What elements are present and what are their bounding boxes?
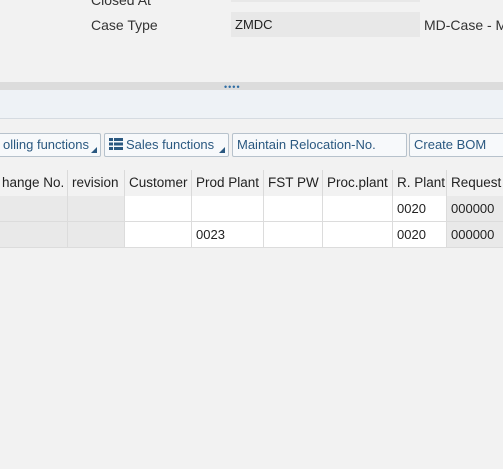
cell-prod-plant[interactable]	[192, 196, 264, 222]
column-header-customer[interactable]: Customer	[125, 170, 192, 196]
column-header-prod-plant[interactable]: Prod Plant	[192, 170, 264, 196]
cell-fst-pw[interactable]	[264, 222, 323, 248]
table-row: 0020 000000	[0, 196, 503, 222]
list-icon	[109, 138, 123, 150]
cell-customer[interactable]	[125, 222, 192, 248]
sales-functions-button[interactable]: Sales functions	[104, 133, 229, 157]
case-type-field[interactable]: ZMDC	[231, 12, 420, 37]
section-strip	[0, 90, 503, 119]
cell-r-plant[interactable]: 0020	[393, 222, 447, 248]
create-bom-button[interactable]: Create BOM	[409, 133, 503, 157]
table-header-row: hange No. revision Customer Prod Plant F…	[0, 170, 503, 196]
case-type-description: MD-Case - M	[424, 17, 503, 33]
controlling-functions-button[interactable]: olling functions	[0, 133, 101, 157]
cell-prod-plant[interactable]: 0023	[192, 222, 264, 248]
cell-r-plant[interactable]: 0020	[393, 196, 447, 222]
table-row: 0023 0020 000000	[0, 222, 503, 248]
cell-proc-plant[interactable]	[323, 222, 393, 248]
dropdown-triangle-icon	[219, 147, 225, 153]
controlling-functions-label: olling functions	[3, 137, 89, 152]
create-bom-label: Create BOM	[414, 137, 487, 152]
header-form: Closed At Case Type ZMDC MD-Case - M	[0, 0, 503, 82]
column-header-proc-plant[interactable]: Proc.plant	[323, 170, 393, 196]
column-header-r-plant[interactable]: R. Plant	[393, 170, 447, 196]
maintain-relocation-button[interactable]: Maintain Relocation-No.	[232, 133, 407, 157]
cell-fst-pw[interactable]	[264, 196, 323, 222]
column-header-change-no[interactable]: hange No.	[0, 170, 68, 196]
cell-proc-plant[interactable]	[323, 196, 393, 222]
cell-revision	[68, 196, 125, 222]
cell-request: 000000	[447, 196, 503, 222]
column-header-revision[interactable]: revision	[68, 170, 125, 196]
column-header-request[interactable]: Request	[447, 170, 503, 196]
closed-at-field[interactable]	[231, 0, 420, 2]
closed-at-label: Closed At	[91, 0, 151, 8]
maintain-relocation-label: Maintain Relocation-No.	[237, 137, 376, 152]
pane-splitter[interactable]: ••••	[0, 82, 503, 92]
cell-revision	[68, 222, 125, 248]
grid-toolbar: olling functions Sales functions Maintai…	[0, 120, 503, 157]
dropdown-triangle-icon	[91, 147, 97, 153]
case-type-label: Case Type	[91, 17, 158, 33]
column-header-fst-pw[interactable]: FST PW	[264, 170, 323, 196]
cell-change-no	[0, 222, 68, 248]
cell-request: 000000	[447, 222, 503, 248]
cell-customer[interactable]	[125, 196, 192, 222]
cell-change-no	[0, 196, 68, 222]
sales-functions-label: Sales functions	[126, 137, 215, 152]
